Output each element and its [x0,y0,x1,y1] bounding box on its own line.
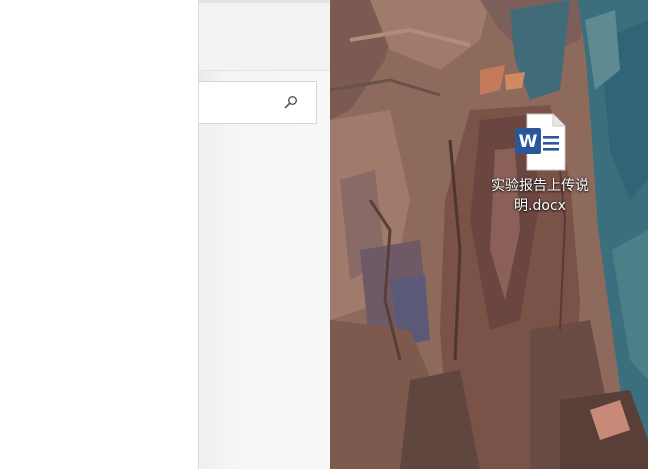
file-explorer-window[interactable] [198,0,330,469]
word-document-icon: W [515,113,566,171]
search-icon[interactable] [284,95,298,109]
explorer-header [199,3,330,71]
screen: W 实验报告上传说明.docx [0,0,648,469]
word-badge-letter: W [519,132,538,152]
explorer-content [199,124,330,469]
desktop-file-item[interactable]: W 实验报告上传说明.docx [490,112,590,216]
desktop-wallpaper [330,0,648,469]
background-window[interactable] [0,0,198,469]
desktop-file-label: 实验报告上传说明.docx [491,178,589,214]
desktop[interactable]: W 实验报告上传说明.docx [330,0,648,469]
search-input[interactable] [199,81,317,124]
